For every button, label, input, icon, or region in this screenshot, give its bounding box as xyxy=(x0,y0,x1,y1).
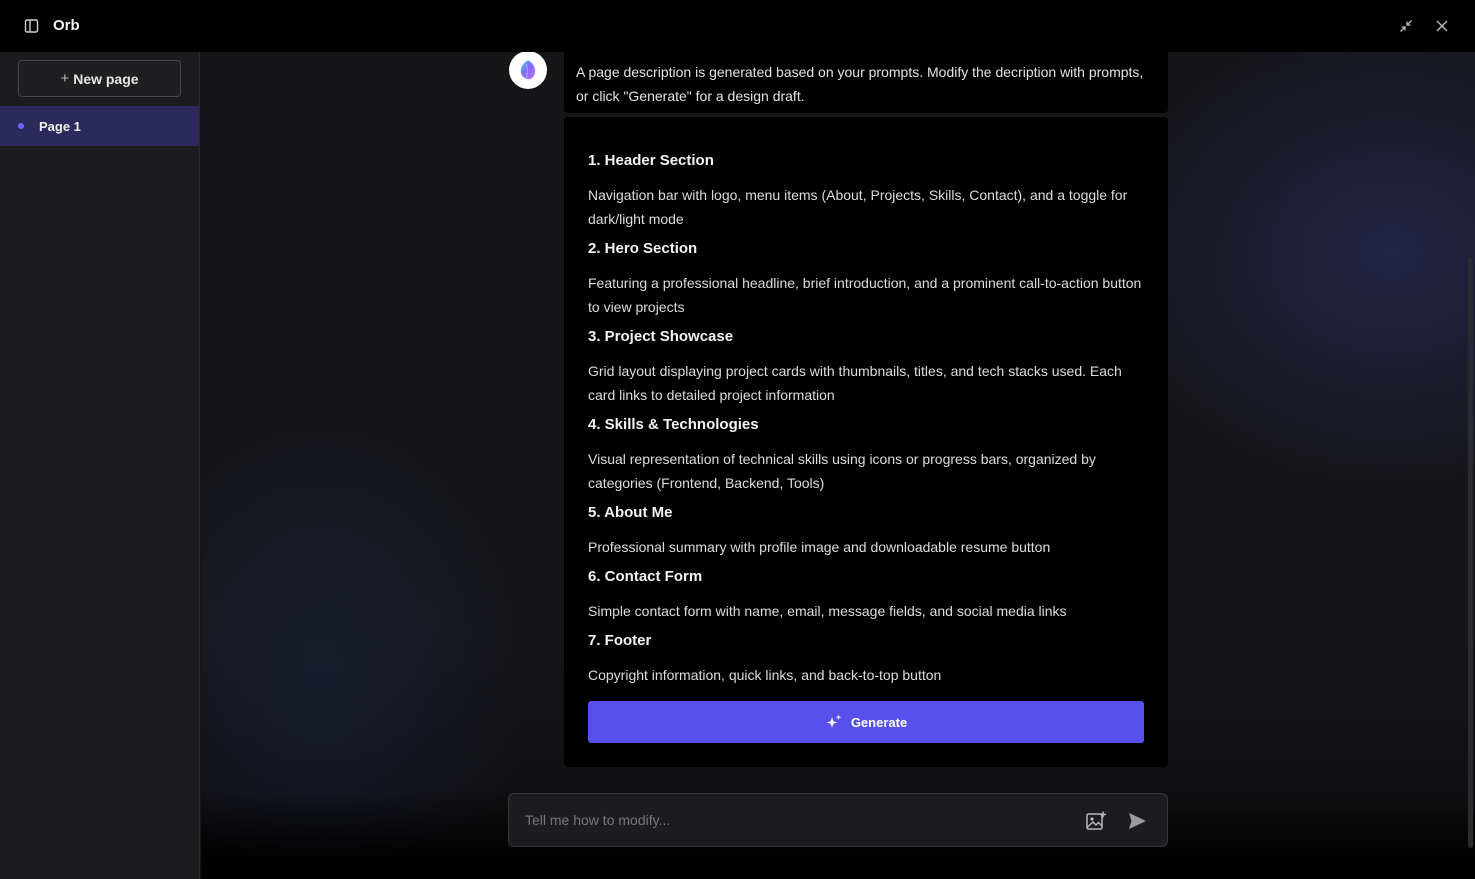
modify-prompt-input[interactable] xyxy=(525,794,1065,846)
close-icon[interactable] xyxy=(1433,17,1451,35)
section-title: 4. Skills & Technologies xyxy=(588,416,759,433)
sidebar-item-page-1[interactable]: Page 1 xyxy=(0,106,199,146)
new-page-label: New page xyxy=(73,70,139,87)
section-body: Visual representation of technical skill… xyxy=(588,451,1096,491)
image-upload-icon[interactable] xyxy=(1085,810,1107,832)
chat-area: A page description is generated based on… xyxy=(201,52,1475,879)
section-title: 7. Footer xyxy=(588,632,652,649)
selected-dot-icon xyxy=(18,123,24,129)
scrollbar[interactable] xyxy=(1468,258,1473,848)
section-body: Copyright information, quick links, and … xyxy=(588,667,942,683)
section-title: 5. About Me xyxy=(588,504,673,521)
sidebar: + New page Page 1 xyxy=(0,52,200,879)
minimize-icon[interactable] xyxy=(1397,17,1415,35)
send-icon[interactable] xyxy=(1126,810,1148,832)
new-page-button[interactable]: + New page xyxy=(18,60,181,97)
section-title: 3. Project Showcase xyxy=(588,328,734,345)
sparkle-icon xyxy=(825,713,843,731)
title-bar: Orb xyxy=(0,0,1475,52)
section-body: Simple contact form with name, email, me… xyxy=(588,603,1067,619)
page-item-label: Page 1 xyxy=(39,118,81,134)
section-title: 6. Contact Form xyxy=(588,568,703,585)
section-body: Professional summary with profile image … xyxy=(588,539,1051,555)
assistant-message: A page description is generated based on… xyxy=(564,52,1168,113)
plus-icon: + xyxy=(60,70,70,87)
sidebar-toggle-icon[interactable] xyxy=(24,18,40,34)
section-body: Featuring a professional headline, brief… xyxy=(588,275,1142,315)
section-body: Navigation bar with logo, menu items (Ab… xyxy=(588,187,1128,227)
section-body: Grid layout displaying project cards wit… xyxy=(588,363,1122,403)
message-input-bar xyxy=(508,793,1168,847)
section-title: 1. Header Section xyxy=(588,152,714,169)
app-title: Orb xyxy=(53,17,80,34)
generate-button[interactable]: Generate xyxy=(588,701,1144,743)
page-description-card: 1. Header Section Navigation bar with lo… xyxy=(564,117,1168,767)
section-title: 2. Hero Section xyxy=(588,240,698,257)
orb-logo-icon xyxy=(509,52,547,89)
section-list: 1. Header Section Navigation bar with lo… xyxy=(588,151,1144,687)
generate-label: Generate xyxy=(850,714,908,730)
